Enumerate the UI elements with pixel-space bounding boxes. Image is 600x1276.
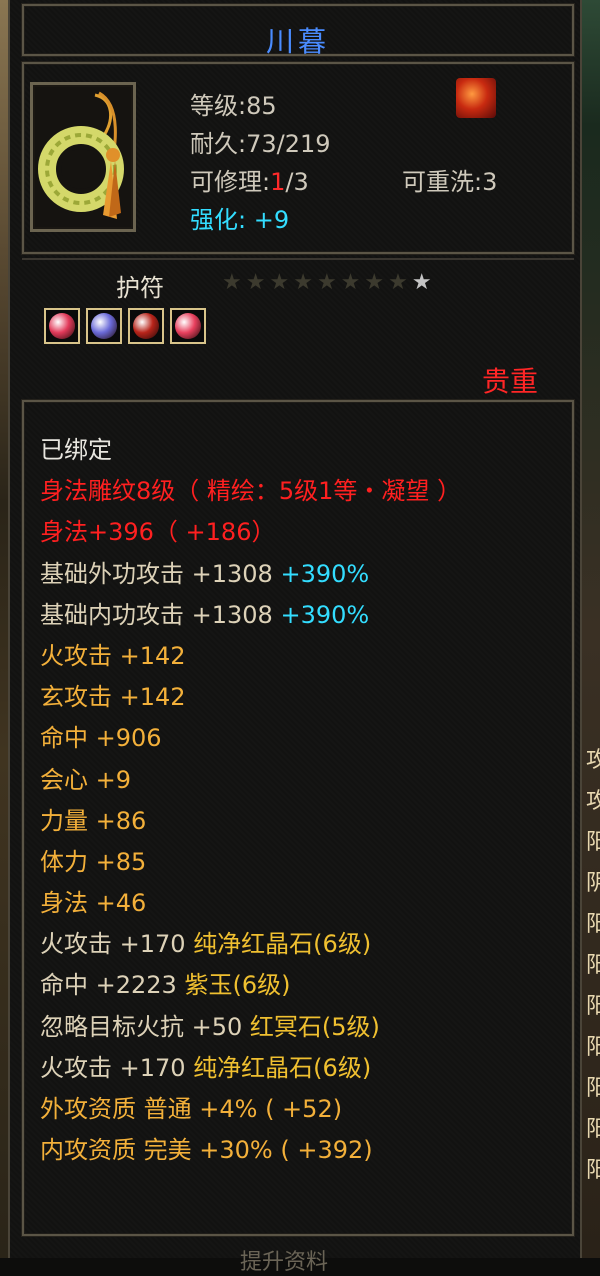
item-icon — [30, 82, 136, 232]
item-level: 等级:85 — [190, 92, 277, 120]
background-glyph: 阴 — [586, 871, 600, 896]
attribute-line: 会心 +9 — [40, 760, 461, 801]
attribute-line: 已绑定 — [40, 430, 461, 471]
attribute-line: 命中 +2223 紫玉(6级) — [40, 965, 461, 1006]
enhance-value: +9 — [253, 206, 290, 234]
background-side-text: 攻攻阳阴阳阳阳阳阳阳阳 — [586, 740, 600, 1191]
attribute-text: 身法+396（ +186） — [40, 518, 276, 547]
flame-emblem-icon — [456, 78, 496, 118]
star-icon: ★ — [293, 270, 317, 295]
footer-partial: 提升资料 — [240, 1250, 329, 1275]
attribute-line: 忽略目标火抗 +50 红冥石(5级) — [40, 1007, 461, 1048]
attribute-line: 外攻资质 普通 +4% ( +52) — [40, 1089, 461, 1130]
item-repairable: 可修理:1/3 — [190, 162, 309, 197]
item-rarity: 贵重 — [481, 365, 538, 398]
background-glyph: 攻 — [586, 748, 600, 773]
attribute-line: 火攻击 +142 — [40, 636, 461, 677]
red-gem-icon — [175, 313, 201, 339]
attribute-line: 身法 +46 — [40, 883, 461, 924]
attribute-text: 玄攻击 +142 — [40, 683, 186, 712]
attribute-text: 火攻击 +170 — [40, 930, 194, 959]
attribute-line: 玄攻击 +142 — [40, 677, 461, 718]
attribute-text: 身法 +46 — [40, 889, 147, 918]
attribute-text: 命中 +2223 — [40, 971, 185, 1000]
background-glyph: 阳 — [586, 1117, 600, 1142]
star-icon: ★ — [316, 270, 341, 295]
attribute-gem-name: 纯净红晶石(6级) — [193, 1053, 372, 1082]
attribute-text: 内攻资质 完美 +30% ( +392) — [40, 1136, 373, 1165]
jade-ring-amulet-icon — [38, 91, 124, 219]
repair-current: 1 — [270, 168, 286, 196]
attribute-line: 力量 +86 — [40, 801, 461, 842]
item-durability: 耐久:73/219 — [190, 130, 331, 158]
blue-gem-icon — [91, 313, 117, 339]
star-icon: ★ — [411, 270, 436, 295]
star-icon: ★ — [222, 270, 246, 295]
gem-slot[interactable] — [86, 308, 122, 344]
gem-slot[interactable] — [128, 308, 164, 344]
attribute-line: 基础外功攻击 +1308 +390% — [40, 554, 461, 595]
attribute-text: 忽略目标火抗 +50 — [40, 1012, 250, 1041]
star-icon: ★ — [269, 270, 294, 295]
repair-prefix: 可修理: — [190, 168, 271, 196]
star-icon: ★ — [340, 270, 365, 295]
attribute-line: 内攻资质 完美 +30% ( +392) — [40, 1130, 461, 1171]
star-rating: ★★★★★★★★★ — [222, 270, 436, 295]
background-glyph: 阳 — [586, 994, 600, 1019]
attribute-line: 身法+396（ +186） — [40, 512, 461, 553]
attribute-gem-name: 纯净红晶石(6级) — [193, 930, 372, 959]
star-icon: ★ — [245, 270, 270, 295]
attribute-text: 基础内功攻击 +1308 — [40, 600, 281, 629]
gem-slot[interactable] — [170, 308, 206, 344]
background-glyph: 阳 — [586, 953, 600, 978]
attribute-gem-name: 红冥石(5级) — [249, 1012, 380, 1041]
attribute-text: 力量 +86 — [40, 806, 147, 835]
attribute-text: 身法雕纹8级（ 精绘：5级1等・凝望 ） — [40, 477, 462, 506]
attribute-bonus: +390% — [280, 600, 370, 629]
item-name: 川暮 — [265, 25, 330, 58]
attribute-text: 体力 +85 — [40, 847, 147, 876]
gem-slot[interactable] — [44, 308, 80, 344]
repair-suffix: /3 — [285, 168, 309, 196]
attribute-text: 基础外功攻击 +1308 — [40, 559, 281, 588]
red-gem-icon — [49, 313, 75, 339]
enhance-label: 强化: — [190, 206, 247, 234]
attribute-line: 火攻击 +170 纯净红晶石(6级) — [40, 924, 461, 965]
attribute-text: 已绑定 — [40, 436, 112, 464]
attribute-list: 已绑定身法雕纹8级（ 精绘：5级1等・凝望 ） 身法+396（ +186） 基础外功… — [40, 430, 461, 1171]
attribute-gem-name: 紫玉(6级) — [184, 971, 291, 1000]
attribute-text: 命中 +906 — [40, 724, 162, 753]
background-glyph: 阳 — [586, 912, 600, 937]
attribute-line: 体力 +85 — [40, 842, 461, 883]
attribute-text: 会心 +9 — [40, 765, 132, 794]
crimson-gem-icon — [133, 313, 159, 339]
attribute-line: 身法雕纹8级（ 精绘：5级1等・凝望 ） — [40, 471, 461, 512]
background-glyph: 阳 — [586, 1035, 600, 1060]
star-icon: ★ — [364, 270, 389, 295]
attribute-text: 火攻击 +142 — [40, 641, 186, 670]
background-glyph: 阳 — [586, 1158, 600, 1183]
title-frame: 川暮 — [22, 4, 574, 58]
background-glyph: 攻 — [586, 789, 600, 814]
attribute-text: 火攻击 +170 — [40, 1053, 194, 1082]
gem-slots — [44, 308, 206, 344]
attribute-text: 外攻资质 普通 +4% ( +52) — [40, 1095, 343, 1123]
attribute-bonus: +390% — [280, 559, 370, 588]
item-tooltip: 川暮 等级:85 耐久:73/219 可修理:1/3 可重洗:3 强化: +9 … — [8, 0, 582, 1275]
background-glyph: 阳 — [586, 1076, 600, 1101]
star-icon: ★ — [388, 270, 412, 295]
attribute-line: 火攻击 +170 纯净红晶石(6级) — [40, 1048, 461, 1089]
background-glyph: 阳 — [586, 830, 600, 855]
attribute-line: 基础内功攻击 +1308 +390% — [40, 595, 461, 636]
item-type: 护符 — [116, 274, 164, 302]
item-rewash: 可重洗:3 — [402, 168, 498, 196]
divider — [22, 258, 574, 260]
item-enhance: 强化: +9 — [190, 200, 289, 235]
attribute-line: 命中 +906 — [40, 718, 461, 759]
